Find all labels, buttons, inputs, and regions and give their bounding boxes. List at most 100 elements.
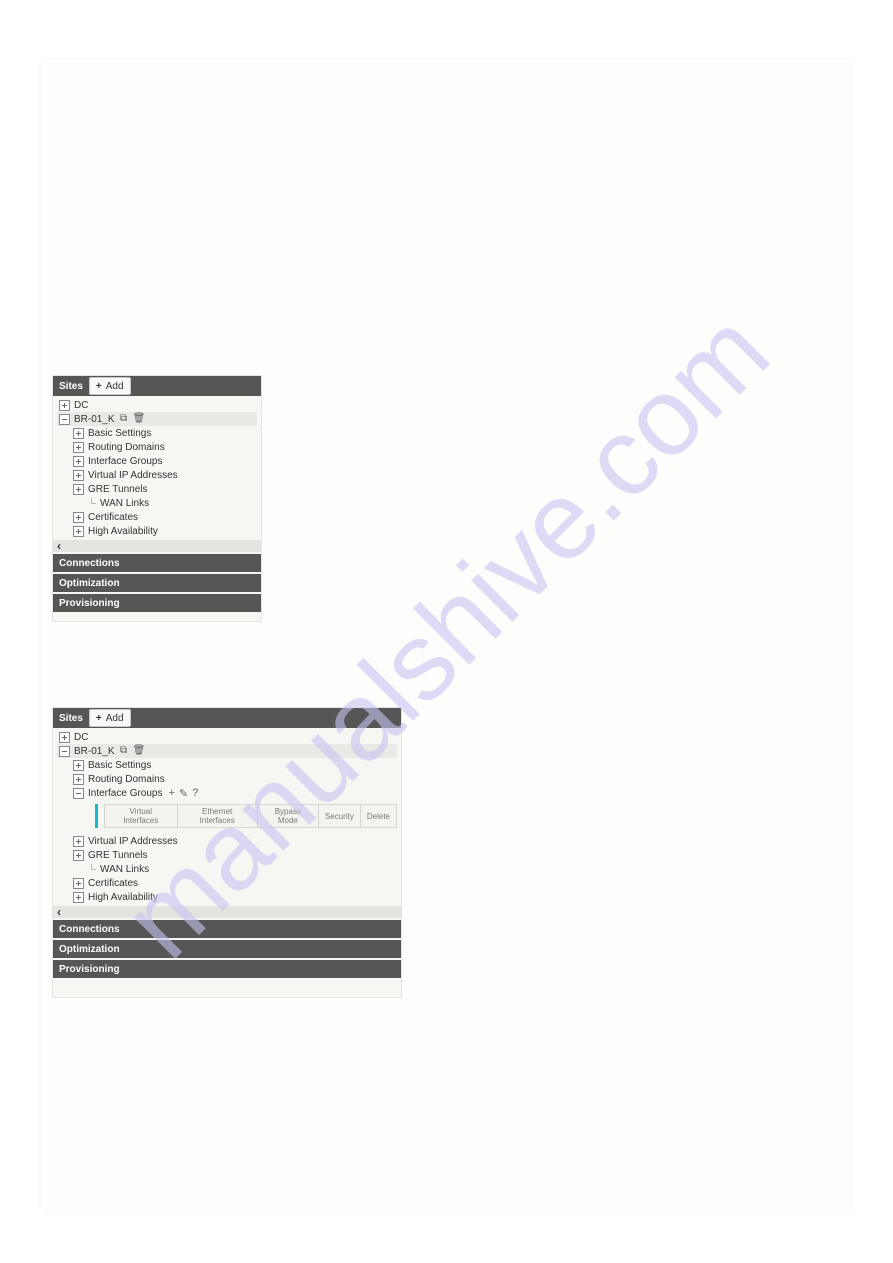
tree-item-br[interactable]: BR-01_K ⧉ 🗑 xyxy=(57,412,257,426)
tree-item-dc[interactable]: DC xyxy=(57,398,257,412)
section-bar-label: Connections xyxy=(59,558,120,569)
chevron-left-icon[interactable]: ‹ xyxy=(57,905,61,919)
tree-item-certificates[interactable]: Certificates xyxy=(57,876,397,890)
tree-item-wan-links[interactable]: WAN Links xyxy=(57,862,397,876)
sites-panel-2: Sites + Add DC BR-01_K ⧉ 🗑 Basic Setting… xyxy=(52,707,402,998)
col-bypass-mode[interactable]: Bypass Mode xyxy=(257,805,318,828)
tree-item-routing-domains[interactable]: Routing Domains xyxy=(57,440,257,454)
section-bar-connections[interactable]: Connections xyxy=(53,920,401,938)
help-icon[interactable]: ? xyxy=(192,787,198,799)
tree-item-gre-tunnels[interactable]: GRE Tunnels xyxy=(57,848,397,862)
tree-label: BR-01_K xyxy=(74,414,115,425)
tree-item-wan-links[interactable]: WAN Links xyxy=(57,496,257,510)
panel-header: Sites + Add xyxy=(53,376,261,396)
expand-icon[interactable] xyxy=(73,774,84,785)
tree-label: Certificates xyxy=(88,512,138,523)
tree-item-basic-settings[interactable]: Basic Settings xyxy=(57,426,257,440)
sites-tree: DC BR-01_K ⧉ 🗑 Basic Settings Routing Do… xyxy=(53,728,401,904)
add-icon[interactable]: + xyxy=(168,787,174,799)
tree-item-high-availability[interactable]: High Availability xyxy=(57,524,257,538)
col-virtual-interfaces[interactable]: Virtual Interfaces xyxy=(104,805,177,828)
expand-icon[interactable] xyxy=(73,878,84,889)
expand-icon[interactable] xyxy=(73,470,84,481)
tree-label: DC xyxy=(74,732,88,743)
sites-panel-1: Sites + Add DC BR-01_K ⧉ 🗑 Basic Setting… xyxy=(52,375,262,622)
panel-header-label: Sites xyxy=(59,713,83,724)
selection-indicator xyxy=(95,804,98,828)
col-delete[interactable]: Delete xyxy=(360,805,396,828)
section-bar-label: Connections xyxy=(59,924,120,935)
tree-label: Virtual IP Addresses xyxy=(88,836,178,847)
ig-columns-table: Virtual Interfaces Ethernet Interfaces B… xyxy=(104,804,397,828)
tree-item-interface-groups[interactable]: Interface Groups + ✎ ? xyxy=(57,786,397,800)
tree-label: WAN Links xyxy=(100,864,149,875)
section-bar-provisioning[interactable]: Provisioning xyxy=(53,960,401,978)
h-scrollbar[interactable]: ‹ xyxy=(53,540,261,552)
add-button[interactable]: + Add xyxy=(89,377,131,395)
add-button-label: Add xyxy=(106,381,124,392)
add-button-label: Add xyxy=(106,713,124,724)
tree-item-gre-tunnels[interactable]: GRE Tunnels xyxy=(57,482,257,496)
expand-icon[interactable] xyxy=(73,760,84,771)
panel-header: Sites + Add xyxy=(53,708,401,728)
add-button[interactable]: + Add xyxy=(89,709,131,727)
tree-item-certificates[interactable]: Certificates xyxy=(57,510,257,524)
expand-icon[interactable] xyxy=(73,892,84,903)
section-bar-label: Optimization xyxy=(59,578,120,589)
sites-tree: DC BR-01_K ⧉ 🗑 Basic Settings Routing Do… xyxy=(53,396,261,538)
expand-icon[interactable] xyxy=(59,732,70,743)
tree-item-interface-groups[interactable]: Interface Groups xyxy=(57,454,257,468)
section-bar-optimization[interactable]: Optimization xyxy=(53,940,401,958)
section-bar-label: Provisioning xyxy=(59,964,120,975)
tree-label: Virtual IP Addresses xyxy=(88,470,178,481)
expand-icon[interactable] xyxy=(73,484,84,495)
expand-icon[interactable] xyxy=(73,456,84,467)
tree-item-basic-settings[interactable]: Basic Settings xyxy=(57,758,397,772)
expand-icon[interactable] xyxy=(73,442,84,453)
tree-item-dc[interactable]: DC xyxy=(57,730,397,744)
tree-item-high-availability[interactable]: High Availability xyxy=(57,890,397,904)
collapse-icon[interactable] xyxy=(73,788,84,799)
expand-icon[interactable] xyxy=(73,428,84,439)
h-scrollbar[interactable]: ‹ xyxy=(53,906,401,918)
tree-label: GRE Tunnels xyxy=(88,850,147,861)
plus-icon: + xyxy=(96,381,102,392)
expand-icon[interactable] xyxy=(59,400,70,411)
tree-item-routing-domains[interactable]: Routing Domains xyxy=(57,772,397,786)
expand-icon[interactable] xyxy=(73,850,84,861)
tree-label: Routing Domains xyxy=(88,774,165,785)
tree-label: Routing Domains xyxy=(88,442,165,453)
chevron-left-icon[interactable]: ‹ xyxy=(57,539,61,553)
section-bar-provisioning[interactable]: Provisioning xyxy=(53,594,261,612)
delete-icon[interactable]: 🗑 xyxy=(133,746,143,756)
tree-label: Interface Groups xyxy=(88,456,162,467)
clone-icon[interactable]: ⧉ xyxy=(119,746,129,756)
col-security[interactable]: Security xyxy=(318,805,360,828)
section-bar-optimization[interactable]: Optimization xyxy=(53,574,261,592)
tree-label: BR-01_K xyxy=(74,746,115,757)
clone-icon[interactable]: ⧉ xyxy=(119,414,129,424)
interface-groups-table: Virtual Interfaces Ethernet Interfaces B… xyxy=(95,804,397,828)
expand-icon[interactable] xyxy=(73,526,84,537)
tree-label: High Availability xyxy=(88,526,158,537)
tree-item-virtual-ip[interactable]: Virtual IP Addresses xyxy=(57,834,397,848)
expand-icon[interactable] xyxy=(73,512,84,523)
tree-label: DC xyxy=(74,400,88,411)
section-bar-connections[interactable]: Connections xyxy=(53,554,261,572)
collapse-icon[interactable] xyxy=(59,746,70,757)
tree-label: GRE Tunnels xyxy=(88,484,147,495)
delete-icon[interactable]: 🗑 xyxy=(133,414,143,424)
branch-icon xyxy=(87,864,96,875)
tree-label: High Availability xyxy=(88,892,158,903)
tree-item-virtual-ip[interactable]: Virtual IP Addresses xyxy=(57,468,257,482)
edit-icon[interactable]: ✎ xyxy=(179,787,188,800)
document-page: manualshive.com Sites + Add DC BR-01_K ⧉… xyxy=(42,60,850,1210)
section-bar-label: Provisioning xyxy=(59,598,120,609)
section-bar-label: Optimization xyxy=(59,944,120,955)
col-ethernet-interfaces[interactable]: Ethernet Interfaces xyxy=(177,805,257,828)
tree-item-br[interactable]: BR-01_K ⧉ 🗑 xyxy=(57,744,397,758)
tree-label: Basic Settings xyxy=(88,760,151,771)
expand-icon[interactable] xyxy=(73,836,84,847)
collapse-icon[interactable] xyxy=(59,414,70,425)
interface-groups-tools: + ✎ ? xyxy=(168,787,198,800)
